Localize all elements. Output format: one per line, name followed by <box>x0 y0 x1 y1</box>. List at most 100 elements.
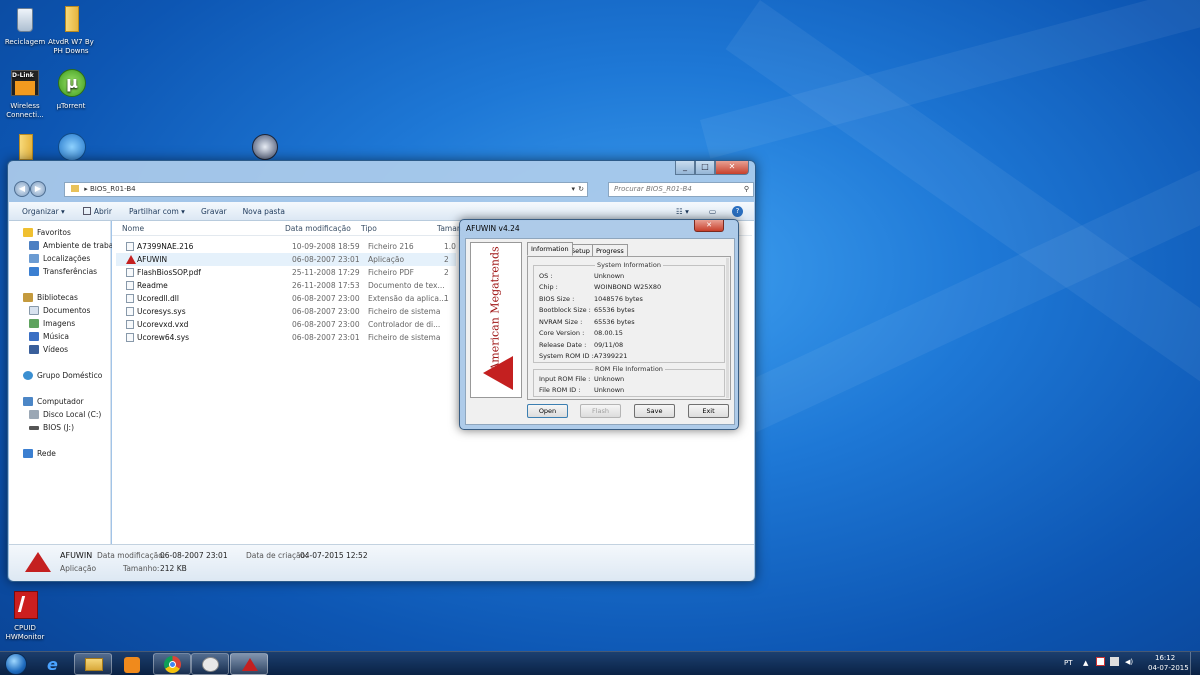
forward-button[interactable]: ▶ <box>30 181 46 197</box>
nav-homegroup[interactable]: Grupo Doméstico <box>23 371 102 380</box>
nav-desktop[interactable]: Ambiente de trabalh <box>29 241 120 250</box>
maximize-button[interactable]: □ <box>695 161 715 175</box>
clock-time[interactable]: 16:12 <box>1155 654 1175 662</box>
sys-file-icon <box>126 333 134 342</box>
tab-information[interactable]: Information <box>527 242 573 256</box>
desktop-icon-utorrent[interactable]: µ µTorrent <box>46 68 96 111</box>
share-button[interactable]: Partilhar com ▾ <box>129 207 185 216</box>
search-input[interactable]: Procurar BIOS_R01-B4 ⚲ <box>608 182 754 197</box>
dialog-close-button[interactable]: ✕ <box>694 220 724 232</box>
nav-network[interactable]: Rede <box>23 449 56 458</box>
file-type: Ficheiro 216 <box>368 242 414 251</box>
file-row[interactable]: Ucorevxd.vxd 06-08-2007 23:00 Controlado… <box>116 318 456 331</box>
desktop-icon-hwmonitor[interactable]: CPUID HWMonitor <box>0 590 50 642</box>
nav-computer[interactable]: Computador <box>23 397 84 406</box>
file-row[interactable]: FlashBiosSOP.pdf 25-11-2008 17:29 Fichei… <box>116 266 456 279</box>
column-name[interactable]: Nome <box>122 224 144 233</box>
preview-pane-icon[interactable]: ▭ <box>709 207 716 216</box>
search-icon[interactable]: ⚲ <box>744 183 749 196</box>
panel-scrollbar[interactable] <box>726 258 729 398</box>
usb-drive-icon <box>29 425 39 430</box>
file-row[interactable]: A7399NAE.216 10-09-2008 18:59 Ficheiro 2… <box>116 240 456 253</box>
details-modified: 06-08-2007 23:01 <box>160 551 228 560</box>
desktop-icon-dlink[interactable]: D-Link Wireless Connecti... <box>0 68 50 120</box>
file-date: 06-08-2007 23:00 <box>292 294 360 303</box>
close-button[interactable]: ✕ <box>715 161 749 175</box>
start-button[interactable] <box>2 652 30 675</box>
dialog-title: AFUWIN v4.24 <box>466 224 520 233</box>
taskbar-media-player[interactable] <box>113 653 151 675</box>
info-value: A7399221 <box>594 352 628 360</box>
file-row[interactable]: Ucoresys.sys 06-08-2007 23:00 Ficheiro d… <box>116 305 456 318</box>
address-bar[interactable]: ▸ BIOS_R01-B4 ▾ ↻ <box>64 182 588 197</box>
taskbar-paint[interactable] <box>191 653 229 675</box>
internet-explorer-icon: e <box>47 655 58 674</box>
file-row[interactable]: Readme 26-11-2008 17:53 Documento de tex… <box>116 279 456 292</box>
column-type[interactable]: Tipo <box>361 224 377 233</box>
refresh-icon[interactable]: ↻ <box>578 183 584 196</box>
nav-bios-drive[interactable]: BIOS (J:) <box>29 423 74 432</box>
utorrent-icon: µ <box>55 68 87 100</box>
exit-button[interactable]: Exit <box>688 404 729 418</box>
help-icon[interactable]: ? <box>732 205 743 217</box>
taskbar-afuwin[interactable] <box>230 653 268 675</box>
images-icon <box>29 319 39 328</box>
taskbar-ie[interactable]: e <box>36 653 74 675</box>
network-icon[interactable] <box>1110 657 1119 666</box>
nav-documents[interactable]: Documentos <box>29 306 90 315</box>
nav-downloads[interactable]: Transferências <box>29 267 97 276</box>
minimize-button[interactable]: _ <box>675 161 695 175</box>
volume-icon[interactable]: ◀) <box>1125 658 1133 666</box>
taskbar-explorer[interactable] <box>74 653 112 675</box>
rom-value: Unknown <box>594 375 625 383</box>
action-center-icon[interactable] <box>1096 657 1105 666</box>
column-date[interactable]: Data modificação <box>285 224 351 233</box>
file-row[interactable]: AFUWIN 06-08-2007 23:01 Aplicação 2 <box>116 253 456 266</box>
nav-videos[interactable]: Vídeos <box>29 345 68 354</box>
file-date: 06-08-2007 23:00 <box>292 320 360 329</box>
nav-label: Ambiente de trabalh <box>43 241 121 250</box>
info-value: 65536 bytes <box>594 318 635 326</box>
dropdown-icon[interactable]: ▾ <box>571 183 575 196</box>
file-date: 25-11-2008 17:29 <box>292 268 360 277</box>
view-options-icon[interactable]: ☷ ▾ <box>676 207 689 216</box>
file-name: Ucorew64.sys <box>137 333 190 342</box>
clock-date[interactable]: 04-07-2015 <box>1148 664 1189 672</box>
nav-locations[interactable]: Localizações <box>29 254 90 263</box>
column-size[interactable]: Taman <box>437 224 462 233</box>
organize-button[interactable]: Organizar ▾ <box>22 207 65 216</box>
nav-label: Localizações <box>43 254 91 263</box>
nav-local-disk[interactable]: Disco Local (C:) <box>29 410 101 419</box>
details-created: 04-07-2015 12:52 <box>300 551 368 560</box>
afuwin-dialog[interactable]: AFUWIN v4.24 ✕ American Megatrends Infor… <box>459 219 739 430</box>
nav-favorites[interactable]: Favoritos <box>23 228 71 237</box>
open-button[interactable]: Open <box>527 404 568 418</box>
show-desktop-button[interactable] <box>1190 652 1200 675</box>
file-type: Aplicação <box>368 255 405 264</box>
address-path: BIOS_R01-B4 <box>89 185 136 193</box>
open-button[interactable]: Abrir <box>82 206 112 216</box>
rom-label: Input ROM File : <box>539 375 591 383</box>
nav-images[interactable]: Imagens <box>29 319 75 328</box>
info-label: NVRAM Size : <box>539 318 583 326</box>
details-size-label: Tamanho: <box>123 564 160 573</box>
file-size: 2 <box>444 268 449 277</box>
nav-label: Documentos <box>43 306 91 315</box>
search-placeholder: Procurar BIOS_R01-B4 <box>614 185 692 193</box>
nav-music[interactable]: Música <box>29 332 69 341</box>
folder-icon <box>55 4 87 36</box>
file-row[interactable]: Ucorew64.sys 06-08-2007 23:01 Ficheiro d… <box>116 331 456 344</box>
file-date: 10-09-2008 18:59 <box>292 242 360 251</box>
taskbar-chrome[interactable] <box>153 653 191 675</box>
back-button[interactable]: ◀ <box>14 181 30 197</box>
language-indicator[interactable]: PT <box>1064 659 1073 667</box>
nav-libraries[interactable]: Bibliotecas <box>23 293 78 302</box>
new-folder-button[interactable]: Nova pasta <box>243 207 285 216</box>
save-button[interactable]: Save <box>634 404 675 418</box>
desktop-icon-folder-atvdr[interactable]: AtvdR W7 By PH Downs <box>46 4 96 56</box>
burn-button[interactable]: Gravar <box>201 207 227 216</box>
desktop-icon-recycle-bin[interactable]: Reciclagem <box>0 4 50 47</box>
file-row[interactable]: Ucoredll.dll 06-08-2007 23:00 Extensão d… <box>116 292 456 305</box>
show-hidden-icons[interactable]: ▲ <box>1083 659 1088 667</box>
flash-button[interactable]: Flash <box>580 404 621 418</box>
